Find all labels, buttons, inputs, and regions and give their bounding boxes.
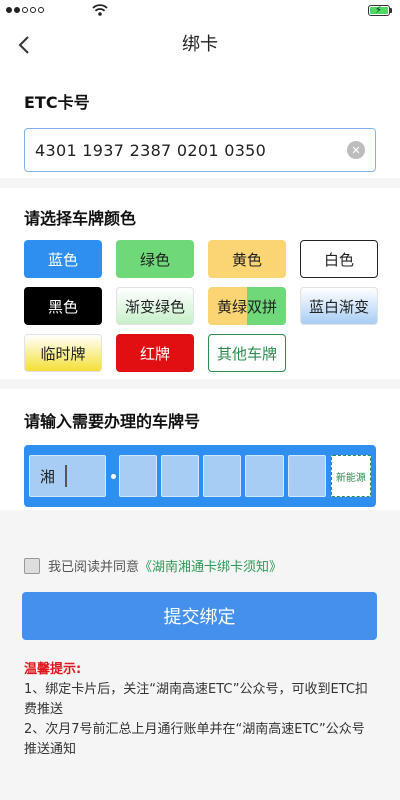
etc-card-section: ETC卡号 4301 1937 2387 0201 0350 ✕ [0,68,400,178]
plate-number-input: 湘 新能源 [24,445,376,507]
text-cursor [65,465,67,487]
color-option-yellow-green[interactable]: 黄绿双拼 [208,287,286,325]
back-button[interactable] [4,22,44,68]
color-option-blue[interactable]: 蓝色 [24,240,102,278]
battery-icon: ⚡ [368,5,392,16]
clear-icon[interactable]: ✕ [347,141,365,159]
etc-card-label: ETC卡号 [24,93,90,112]
tips-title: 温馨提示: [24,662,82,677]
plate-color-grid: 蓝色 绿色 黄色 白色 黑色 渐变绿色 黄绿双拼 蓝白渐变 临时牌 红牌 其他车… [24,240,378,372]
etc-card-input[interactable]: 4301 1937 2387 0201 0350 ✕ [24,128,376,172]
tips-section: 温馨提示: 1、绑定卡片后，关注“湖南高速ETC”公众号，可收到ETC扣费推送 … [24,660,374,760]
color-option-green[interactable]: 绿色 [116,240,194,278]
plate-color-label: 请选择车牌颜色 [24,209,137,228]
plate-number-section: 请输入需要办理的车牌号 湘 新能源 [0,389,400,510]
plate-cell[interactable] [160,455,200,497]
section-gap [0,178,400,188]
color-option-temporary[interactable]: 临时牌 [24,334,102,372]
agreement-row: 我已阅读并同意 《湖南湘通卡绑卡须知》 [24,556,282,575]
tip-item: 2、次月7号前汇总上月通行账单并在“湖南高速ETC”公众号推送通知 [24,722,365,757]
color-option-red[interactable]: 红牌 [116,334,194,372]
color-option-black[interactable]: 黑色 [24,287,102,325]
wifi-icon [92,4,108,16]
color-option-yellow[interactable]: 黄色 [208,240,286,278]
status-bar: ⚡ [0,0,400,22]
agreement-link[interactable]: 《湖南湘通卡绑卡须知》 [139,556,282,575]
plate-cell[interactable] [118,455,157,497]
submit-button[interactable]: 提交绑定 [22,592,377,640]
province-value: 湘 [40,467,56,486]
plate-color-section: 请选择车牌颜色 蓝色 绿色 黄色 白色 黑色 渐变绿色 黄绿双拼 蓝白渐变 临时… [0,188,400,379]
plate-separator-dot [110,473,116,479]
agreement-prefix: 我已阅读并同意 [48,560,140,575]
plate-cell-province[interactable]: 湘 [29,455,106,497]
plate-cell[interactable] [287,455,326,497]
signal-icon [6,7,44,13]
section-gap [0,379,400,389]
page-title: 绑卡 [182,34,218,55]
plate-number-label: 请输入需要办理的车牌号 [24,412,201,431]
etc-card-value: 4301 1937 2387 0201 0350 [35,140,267,160]
color-option-blue-white[interactable]: 蓝白渐变 [300,287,378,325]
color-option-white[interactable]: 白色 [300,240,378,278]
plate-cell[interactable] [245,455,284,497]
color-option-gradient-green[interactable]: 渐变绿色 [116,287,194,325]
agreement-checkbox[interactable] [24,557,40,574]
back-icon [18,36,29,54]
tip-item: 1、绑定卡片后，关注“湖南高速ETC”公众号，可收到ETC扣费推送 [24,682,368,717]
color-option-other[interactable]: 其他车牌 [208,334,286,372]
nav-bar: 绑卡 [0,22,400,68]
plate-cell[interactable] [203,455,242,497]
new-energy-cell[interactable]: 新能源 [330,455,371,497]
